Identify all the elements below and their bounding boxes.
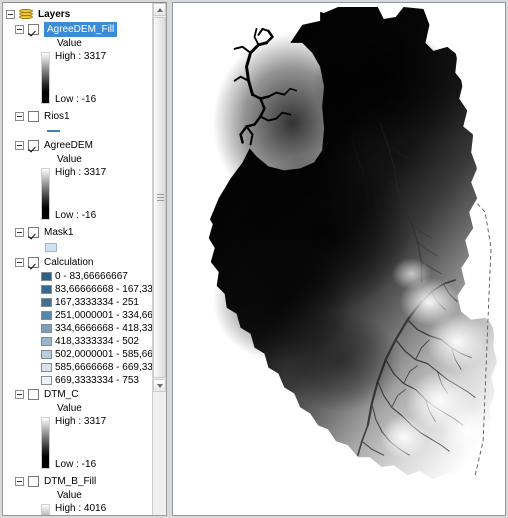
gradient-ramp-icon [41,52,50,104]
gradient-ramp-icon [41,168,50,220]
legend-value-heading: Value [57,490,82,501]
ramp-high-label: High : 3317 [55,51,107,62]
gradient-ramp-icon [41,504,50,515]
layer-row-agreedem-fill[interactable]: AgreeDEM_Fill [3,22,153,37]
class-swatch-icon [41,337,52,346]
ramp-low-label: Low : -16 [55,94,97,105]
layer-row-mask1[interactable]: Mask1 [3,225,153,240]
legend-class-row: 251,0000001 - 334,666666 [3,309,153,322]
legend-value-heading: Value [57,154,82,165]
layer-name-label[interactable]: AgreeDEM [44,138,93,153]
class-swatch-icon [41,298,52,307]
layer-name-label[interactable]: Calculation [44,255,93,270]
layer-name-label[interactable]: DTM_C [44,387,78,402]
layer-row-agreedem[interactable]: AgreeDEM [3,138,153,153]
class-label: 334,6666668 - 418,333333 [55,323,153,334]
arcmap-window: Layers AgreeDEM_Fill Value High : 3317 L… [0,0,508,518]
polygon-swatch-icon [45,243,57,252]
class-swatch-icon [41,272,52,281]
legend-stretched-ramp: High : 4016 Low : 683 [3,503,153,515]
toc-root-layers[interactable]: Layers [6,6,153,22]
class-swatch-icon [41,350,52,359]
expander-icon[interactable] [15,112,24,121]
layer-name-label[interactable]: DTM_B_Fill [44,474,96,489]
legend-class-row: 669,3333334 - 753 [3,374,153,387]
class-swatch-icon [41,363,52,372]
class-label: 502,0000001 - 585,666666 [55,349,153,360]
layer-row-rios1[interactable]: Rios1 [3,109,153,124]
layer-visibility-checkbox[interactable] [28,227,39,238]
layer-row-dtm-c[interactable]: DTM_C [3,387,153,402]
toc-scroll-area[interactable]: Layers AgreeDEM_Fill Value High : 3317 L… [3,3,153,515]
toc-root-label: Layers [38,8,71,20]
layer-name-label[interactable]: Mask1 [44,225,73,240]
toc-vertical-scrollbar[interactable] [152,3,166,515]
layer-visibility-checkbox[interactable] [28,24,39,35]
legend-class-row: 83,66666668 - 167,333333 [3,283,153,296]
class-swatch-icon [41,285,52,294]
class-label: 585,6666668 - 669,333333 [55,362,153,373]
class-label: 83,66666668 - 167,333333 [55,284,153,295]
class-swatch-icon [41,376,52,385]
expander-icon[interactable] [6,9,15,19]
legend-class-row: 0 - 83,66666667 [3,270,153,283]
layer-row-calculation[interactable]: Calculation [3,255,153,270]
expander-icon[interactable] [15,390,24,399]
layer-visibility-checkbox[interactable] [28,257,39,268]
class-label: 0 - 83,66666667 [55,271,128,282]
class-swatch-icon [41,311,52,320]
legend-class-row: 418,3333334 - 502 [3,335,153,348]
scroll-thumb[interactable] [153,17,166,378]
layer-visibility-checkbox[interactable] [28,111,39,122]
table-of-contents-panel[interactable]: Layers AgreeDEM_Fill Value High : 3317 L… [2,2,167,516]
layer-visibility-checkbox[interactable] [28,476,39,487]
layer-name-label[interactable]: AgreeDEM_Fill [44,22,118,37]
dem-hillshade-raster[interactable] [173,3,505,515]
expander-icon[interactable] [15,141,24,150]
legend-stretched-ramp: High : 3317 Low : -16 [3,167,153,225]
layer-row-dtm-b-fill[interactable]: DTM_B_Fill [3,474,153,489]
legend-stretched-ramp: High : 3317 Low : -16 [3,416,153,474]
ramp-high-label: High : 3317 [55,416,107,427]
class-label: 669,3333334 - 753 [55,375,139,386]
layers-stack-icon [19,8,33,20]
legend-class-row: 502,0000001 - 585,666666 [3,348,153,361]
expander-icon[interactable] [15,228,24,237]
class-swatch-icon [41,324,52,333]
map-data-frame[interactable] [172,2,506,516]
legend-value-heading: Value [57,403,82,414]
class-label: 251,0000001 - 334,666666 [55,310,153,321]
ramp-high-label: High : 3317 [55,167,107,178]
legend-value-heading: Value [57,38,82,49]
legend-polygon-symbol-row [3,240,153,255]
expander-icon[interactable] [15,258,24,267]
layer-visibility-checkbox[interactable] [28,389,39,400]
scroll-down-arrow-icon[interactable] [153,379,166,392]
gradient-ramp-icon [41,417,50,469]
line-symbol-icon [47,130,60,132]
legend-class-row: 585,6666668 - 669,333333 [3,361,153,374]
legend-class-row: 334,6666668 - 418,333333 [3,322,153,335]
layer-visibility-checkbox[interactable] [28,140,39,151]
ramp-low-label: Low : -16 [55,210,97,221]
expander-icon[interactable] [15,25,24,34]
legend-line-symbol-row [3,124,153,138]
scroll-thumb-grip-icon [157,194,164,201]
legend-stretched-ramp: High : 3317 Low : -16 [3,51,153,109]
layer-name-label[interactable]: Rios1 [44,109,70,124]
class-label: 167,3333334 - 251 [55,297,139,308]
ramp-high-label: High : 4016 [55,503,107,514]
ramp-low-label: Low : -16 [55,459,97,470]
legend-class-row: 167,3333334 - 251 [3,296,153,309]
scroll-up-arrow-icon[interactable] [153,3,166,16]
class-label: 418,3333334 - 502 [55,336,139,347]
expander-icon[interactable] [15,477,24,486]
